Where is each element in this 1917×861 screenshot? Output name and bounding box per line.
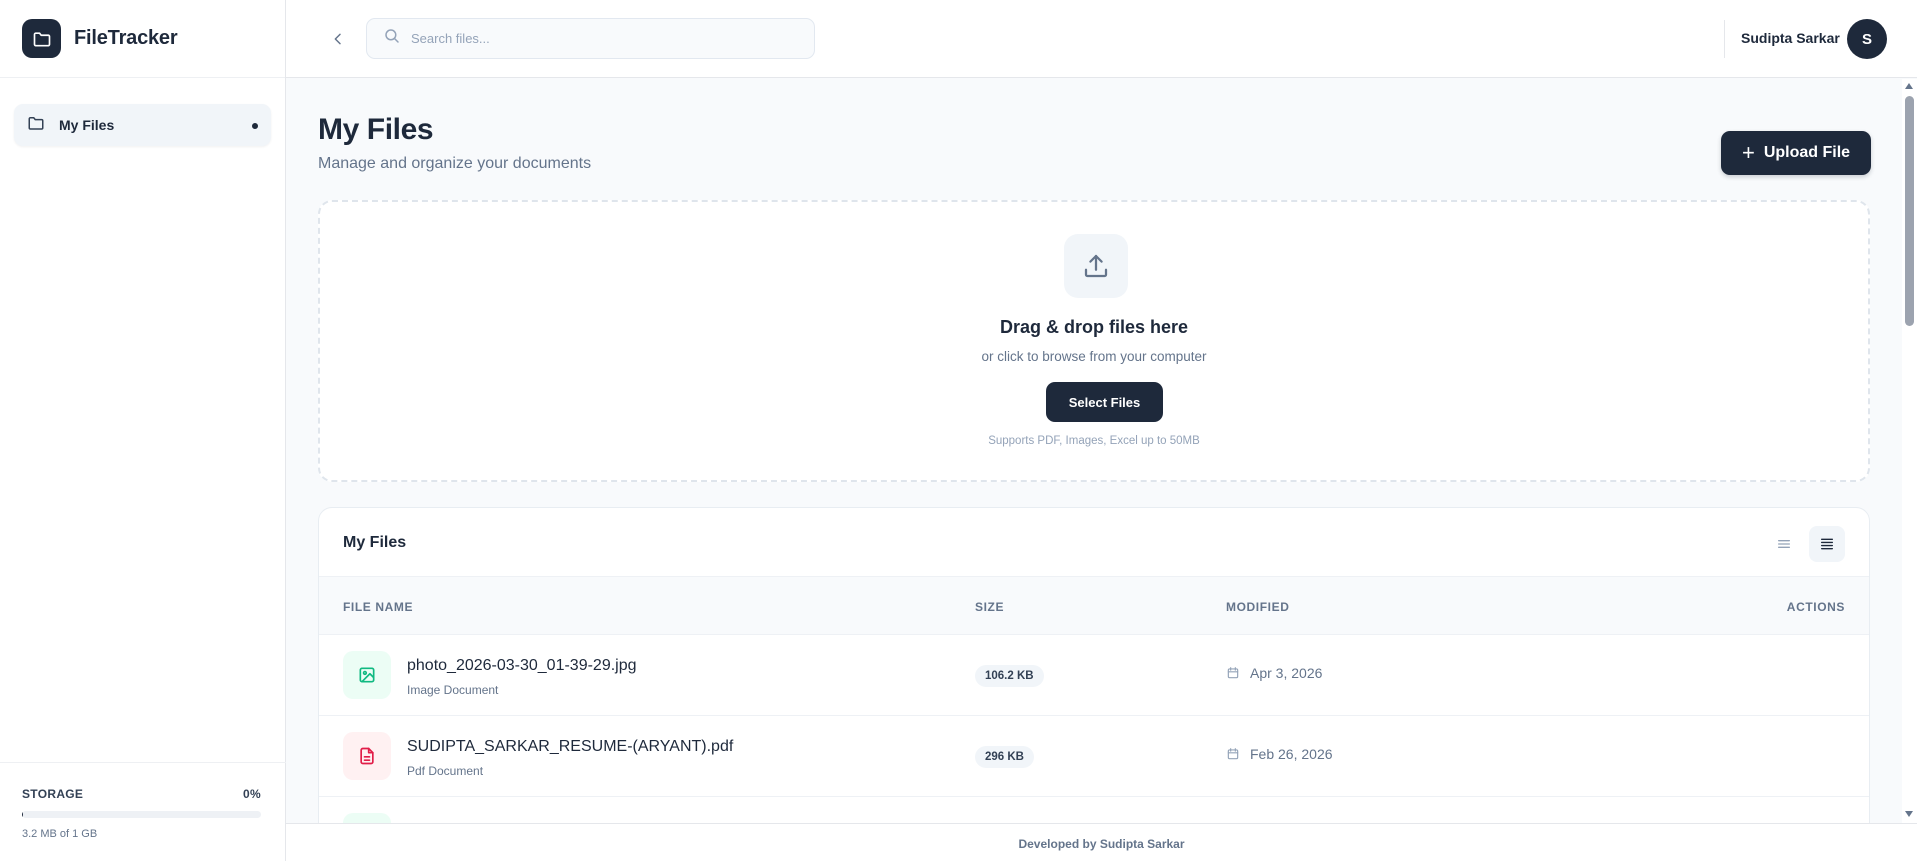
plus-icon: + bbox=[1741, 140, 1755, 165]
upload-file-label: Upload File bbox=[1763, 144, 1851, 161]
image-icon bbox=[343, 651, 391, 699]
scroll-down-arrow-icon[interactable] bbox=[1905, 811, 1913, 817]
storage-panel: STORAGE 0% 3.2 MB of 1 GB bbox=[0, 762, 286, 861]
modified-date: Apr 3, 2026 bbox=[1250, 665, 1323, 681]
dropzone-subtitle: or click to browse from your computer bbox=[981, 349, 1207, 364]
list-view-button[interactable] bbox=[1766, 526, 1802, 562]
storage-progress-bar bbox=[22, 811, 261, 818]
file-modified: Feb 26, 2026 bbox=[1226, 746, 1333, 762]
folder-logo-icon bbox=[22, 19, 61, 58]
user-name[interactable]: Sudipta Sarkar bbox=[1741, 30, 1840, 46]
top-header: Sudipta Sarkar S bbox=[286, 0, 1917, 78]
file-size-badge: 296 KB bbox=[975, 746, 1034, 768]
chevron-left-icon bbox=[334, 33, 341, 45]
detail-view-button[interactable] bbox=[1809, 526, 1845, 562]
calendar-icon bbox=[1227, 748, 1239, 760]
table-row[interactable]: photo_2026-03-30_01-39-29.jpg Image Docu… bbox=[319, 635, 1869, 716]
table-row[interactable]: SUDIPTA_SARKAR_RESUME-(ARYANT).pdf Pdf D… bbox=[319, 716, 1869, 797]
scrollbar-thumb[interactable] bbox=[1905, 96, 1914, 326]
page-footer: Developed by Sudipta Sarkar bbox=[286, 823, 1917, 861]
list-view-icon bbox=[1778, 540, 1790, 548]
column-header-file-name[interactable]: FILE NAME bbox=[343, 600, 413, 614]
dropzone-note: Supports PDF, Images, Excel up to 50MB bbox=[988, 435, 1200, 447]
main-content: My Files Manage and organize your docume… bbox=[286, 79, 1902, 823]
brand[interactable]: FileTracker bbox=[0, 0, 285, 78]
main-scrollbar[interactable] bbox=[1902, 79, 1917, 823]
folder-icon bbox=[27, 114, 45, 137]
table-row-partial[interactable] bbox=[319, 797, 1869, 823]
file-name[interactable]: SUDIPTA_SARKAR_RESUME-(ARYANT).pdf bbox=[407, 738, 733, 756]
sidebar-item-my-files[interactable]: My Files bbox=[14, 104, 271, 146]
storage-percent: 0% bbox=[243, 787, 261, 801]
search-box bbox=[366, 18, 815, 59]
page-title: My Files bbox=[318, 113, 434, 146]
search-icon bbox=[383, 27, 401, 50]
file-modified: Apr 3, 2026 bbox=[1226, 665, 1322, 681]
storage-progress-fill bbox=[22, 811, 23, 818]
files-card-title: My Files bbox=[343, 534, 407, 551]
files-card-header: My Files bbox=[319, 508, 1869, 577]
file-icon bbox=[343, 813, 391, 823]
calendar-icon bbox=[1227, 667, 1239, 679]
sidebar-item-label: My Files bbox=[59, 117, 115, 133]
storage-label: STORAGE bbox=[22, 787, 84, 801]
file-name[interactable]: photo_2026-03-30_01-39-29.jpg bbox=[407, 657, 637, 675]
detail-view-icon bbox=[1821, 538, 1833, 550]
avatar[interactable]: S bbox=[1847, 19, 1887, 59]
search-input[interactable] bbox=[411, 31, 791, 46]
sidebar: FileTracker My Files STORAGE 0% 3.2 MB o… bbox=[0, 0, 286, 861]
back-button[interactable] bbox=[326, 27, 350, 51]
column-header-modified[interactable]: MODIFIED bbox=[1226, 600, 1289, 614]
app-name: FileTracker bbox=[74, 27, 178, 49]
page-subtitle: Manage and organize your documents bbox=[318, 155, 592, 172]
file-type: Pdf Document bbox=[407, 764, 484, 778]
modified-date: Feb 26, 2026 bbox=[1250, 746, 1333, 762]
file-type: Image Document bbox=[407, 683, 499, 697]
sidebar-nav: My Files bbox=[0, 78, 285, 146]
column-header-size[interactable]: SIZE bbox=[975, 600, 1004, 614]
dropzone-title: Drag & drop files here bbox=[999, 317, 1189, 337]
file-dropzone[interactable]: Drag & drop files here or click to brows… bbox=[318, 200, 1870, 482]
file-size-badge: 106.2 KB bbox=[975, 665, 1044, 687]
column-header-actions: ACTIONS bbox=[1786, 600, 1845, 614]
scroll-up-arrow-icon[interactable] bbox=[1905, 83, 1913, 89]
table-header: FILE NAME SIZE MODIFIED ACTIONS bbox=[319, 577, 1869, 635]
upload-icon bbox=[1064, 234, 1128, 298]
pdf-document-icon bbox=[343, 732, 391, 780]
header-divider bbox=[1724, 20, 1725, 58]
storage-usage: 3.2 MB of 1 GB bbox=[22, 828, 98, 840]
upload-file-button[interactable]: + Upload File bbox=[1721, 131, 1871, 175]
active-indicator-dot bbox=[252, 123, 258, 129]
select-files-button[interactable]: Select Files bbox=[1046, 382, 1163, 422]
files-card: My Files FILE NAME SIZE MODIFIED ACTIONS… bbox=[318, 507, 1870, 823]
